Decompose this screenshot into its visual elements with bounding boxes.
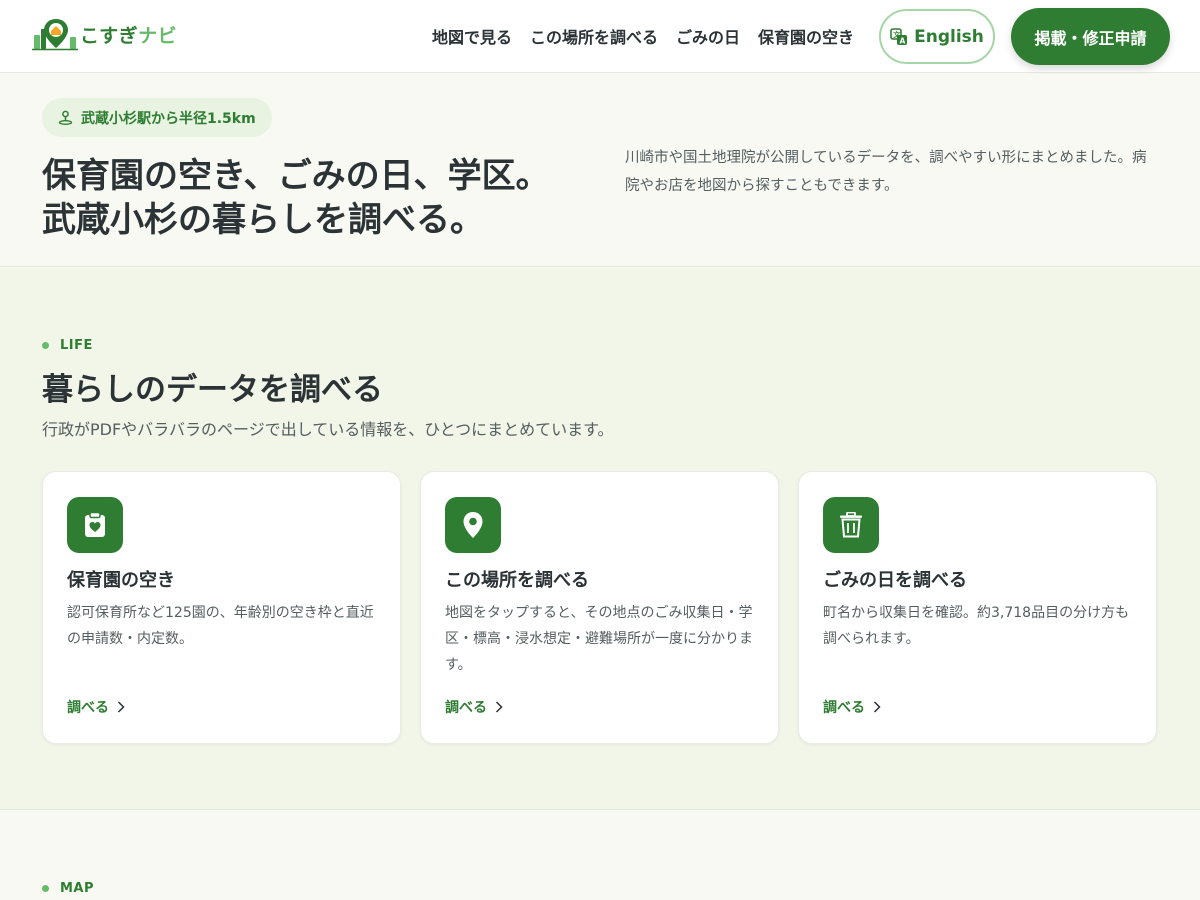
site-logo[interactable]: こすぎナビ	[32, 17, 177, 51]
card-description: 地図をタップすると、その地点のごみ収集日・学区・標高・浸水想定・避難場所が一度に…	[445, 605, 753, 673]
eyebrow-dot-icon	[42, 885, 49, 892]
card-link-location[interactable]: 調べる	[445, 697, 503, 717]
card-title: この場所を調べる	[445, 570, 589, 591]
trash-icon	[823, 497, 879, 553]
nav-item-location[interactable]: この場所を調べる	[530, 24, 658, 48]
map-eyebrow: MAP	[42, 881, 94, 896]
nav-item-map[interactable]: 地図で見る	[432, 24, 512, 48]
card-link-label: 調べる	[823, 700, 865, 716]
hero-title: 保育園の空き、ごみの日、学区。 武蔵小杉の暮らしを調べる。	[42, 154, 550, 242]
card-link-nursery[interactable]: 調べる	[67, 697, 125, 717]
chevron-right-icon	[117, 701, 125, 713]
map-eyebrow-label: MAP	[60, 881, 95, 896]
life-eyebrow: LIFE	[42, 338, 93, 353]
hero-title-line2: 武蔵小杉の暮らしを調べる。	[42, 200, 484, 240]
submit-listing-label: 掲載・修正申請	[1034, 28, 1147, 48]
hero-title-line1: 保育園の空き、ごみの日、学区。	[42, 156, 550, 196]
chevron-right-icon	[873, 701, 881, 713]
english-button[interactable]: 文 A English	[879, 9, 995, 64]
card-link-label: 調べる	[67, 700, 109, 716]
main-nav: 地図で見る この場所を調べる ごみの日 保育園の空き	[432, 24, 872, 48]
radius-badge-label: 武蔵小杉駅から半径1.5km	[81, 110, 256, 127]
card-link-label: 調べる	[445, 700, 487, 716]
card-title: 保育園の空き	[67, 570, 175, 591]
card-nursery[interactable]: 保育園の空き 認可保育所など125園の、年齢別の空き枠と直近の申請数・内定数。 …	[42, 471, 401, 744]
site-header: こすぎナビ 地図で見る この場所を調べる ごみの日 保育園の空き 文 A Eng…	[0, 0, 1200, 73]
card-link-garbage[interactable]: 調べる	[823, 697, 881, 717]
map-pin-icon	[445, 497, 501, 553]
radius-badge: 武蔵小杉駅から半径1.5km	[42, 98, 272, 137]
map-section: MAP	[0, 811, 1200, 900]
logo-text-main: こすぎ	[80, 24, 139, 47]
logo-mark-icon	[32, 17, 78, 51]
translate-icon: 文 A	[890, 27, 908, 45]
eyebrow-dot-icon	[42, 342, 49, 349]
chevron-right-icon	[495, 701, 503, 713]
card-description: 認可保育所など125園の、年齢別の空き枠と直近の申請数・内定数。	[67, 605, 374, 647]
card-title: ごみの日を調べる	[823, 570, 967, 591]
svg-text:A: A	[900, 36, 906, 45]
submit-listing-button[interactable]: 掲載・修正申請	[1011, 8, 1170, 65]
hero-description: 川崎市や国土地理院が公開しているデータを、調べやすい形にまとめました。病院やお店…	[625, 150, 1147, 194]
english-button-label: English	[914, 26, 984, 47]
hero-section: 武蔵小杉駅から半径1.5km 保育園の空き、ごみの日、学区。 武蔵小杉の暮らしを…	[0, 74, 1200, 267]
life-eyebrow-label: LIFE	[60, 338, 93, 353]
card-description: 町名から収集日を確認。約3,718品目の分け方も調べられます。	[823, 605, 1130, 647]
nav-item-garbage[interactable]: ごみの日	[676, 24, 740, 48]
card-garbage[interactable]: ごみの日を調べる 町名から収集日を確認。約3,718品目の分け方も調べられます。…	[798, 471, 1157, 744]
logo-text: こすぎナビ	[80, 21, 177, 48]
clipboard-heart-icon	[67, 497, 123, 553]
location-person-icon	[58, 110, 73, 125]
nav-item-nursery[interactable]: 保育園の空き	[758, 24, 854, 48]
life-section-title: 暮らしのデータを調べる	[42, 372, 383, 408]
life-section-subtitle: 行政がPDFやバラバラのページで出している情報を、ひとつにまとめています。	[42, 420, 614, 439]
logo-text-accent: ナビ	[138, 24, 178, 47]
life-section: LIFE 暮らしのデータを調べる 行政がPDFやバラバラのページで出している情報…	[0, 268, 1200, 810]
card-location[interactable]: この場所を調べる 地図をタップすると、その地点のごみ収集日・学区・標高・浸水想定…	[420, 471, 779, 744]
